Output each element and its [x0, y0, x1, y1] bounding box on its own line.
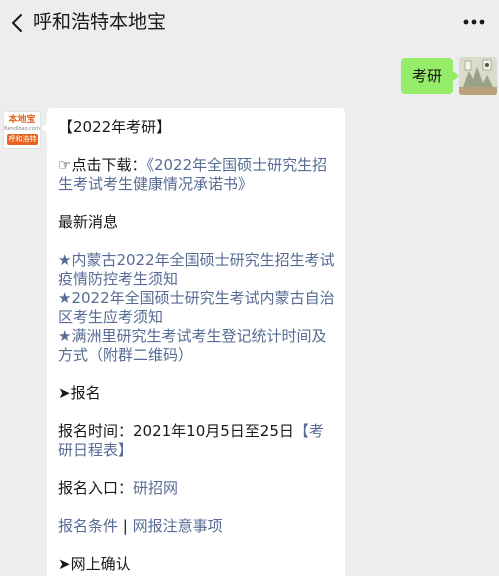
- outgoing-message-bubble[interactable]: 考研: [401, 58, 459, 94]
- signup-section-heading: ➤报名: [58, 384, 101, 402]
- news-link[interactable]: ★2022年全国硕士研究生考试内蒙古自治区考生应考须知: [58, 289, 335, 327]
- notes-link[interactable]: 网报注意事项: [133, 517, 223, 535]
- back-arrow-icon[interactable]: [6, 11, 30, 35]
- chat-title: 呼和浩特本地宝: [33, 11, 167, 33]
- outgoing-message-text: 考研: [411, 67, 442, 85]
- news-list: ★内蒙古2022年全国硕士研究生招生考试疫情防控考生须知 ★2022年全国硕士研…: [58, 251, 335, 365]
- more-options-icon[interactable]: [461, 10, 487, 34]
- latest-news-label: 最新消息: [58, 213, 119, 231]
- user-avatar[interactable]: [459, 57, 497, 95]
- chat-header: 呼和浩特本地宝: [0, 0, 499, 50]
- news-link[interactable]: ★满洲里研究生考试考生登记统计时间及方式（附群二维码）: [58, 327, 335, 365]
- account-avatar[interactable]: 本地宝 Bendibao.com 呼和浩特: [3, 111, 41, 149]
- logo-city-badge: 呼和浩特: [7, 134, 38, 145]
- signup-entry-paragraph: 报名入口：研招网: [58, 479, 335, 498]
- download-paragraph: ☞点击下载：《2022年全国硕士研究生招生考试考生健康情况承诺书》: [58, 156, 335, 194]
- logo-brand-text: 本地宝: [8, 115, 36, 125]
- logo-domain-text: Bendibao.com: [4, 126, 40, 132]
- incoming-message-bubble: 【2022年考研】 ☞点击下载：《2022年全国硕士研究生招生考试考生健康情况承…: [41, 108, 345, 576]
- conditions-link[interactable]: 报名条件: [58, 517, 118, 535]
- signup-entry-link[interactable]: 研招网: [133, 479, 178, 497]
- message-heading: 【2022年考研】: [58, 118, 172, 136]
- user-avatar-image: [459, 57, 497, 95]
- signup-time-text: 报名时间：2021年10月5日至25日: [58, 422, 294, 440]
- signup-entry-label: 报名入口：: [58, 479, 134, 497]
- signup-time-paragraph: 报名时间：2021年10月5日至25日【考研日程表】: [58, 422, 335, 460]
- download-prefix: ☞点击下载：: [58, 156, 147, 174]
- conditions-paragraph: 报名条件 | 网报注意事项: [58, 517, 335, 536]
- news-link[interactable]: ★内蒙古2022年全国硕士研究生招生考试疫情防控考生须知: [58, 251, 335, 289]
- confirm-section-heading: ➤网上确认: [58, 555, 131, 573]
- link-separator: |: [118, 517, 133, 535]
